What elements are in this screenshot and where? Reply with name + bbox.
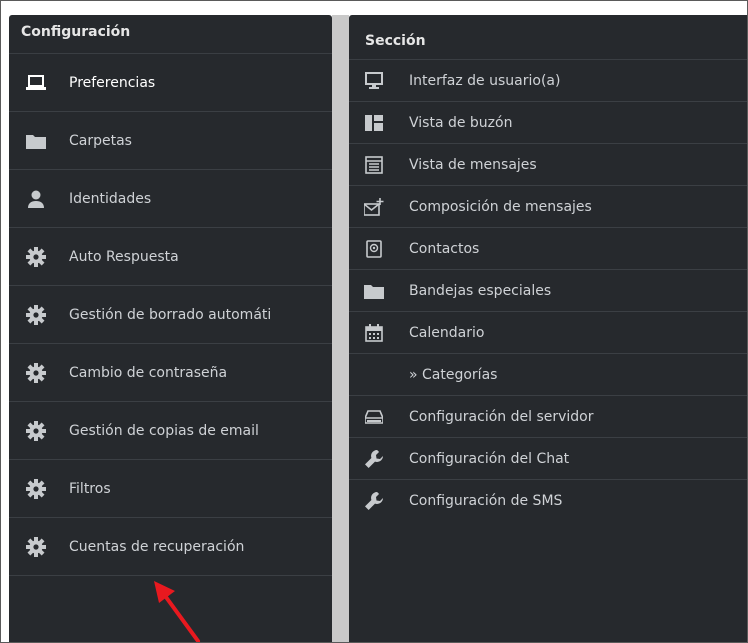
section-item-label: Configuración del servidor [409,408,594,425]
section-item-bandejas[interactable]: Bandejas especiales [349,270,747,312]
section-item-label: Composición de mensajes [409,198,592,215]
gear-icon [25,420,47,442]
sidebar-item-label: Preferencias [69,74,156,91]
section-item-label: Vista de buzón [409,114,513,131]
sidebar-item-auto-respuesta[interactable]: Auto Respuesta [9,228,332,286]
sidebar-item-label: Gestión de borrado automáti [69,306,272,323]
section-item-label: Contactos [409,240,480,257]
annotation-arrow [154,581,200,642]
section-list: Sección Interfaz de usuario(a) Vista de … [349,15,747,642]
layout-icon [363,112,385,134]
section-item-label: Calendario [409,324,485,341]
compose-icon [363,196,385,218]
section-item-label: Configuración del Chat [409,450,570,467]
sidebar-item-gestion-copias[interactable]: Gestión de copias de email [9,402,332,460]
user-icon [25,188,47,210]
monitor-icon [363,70,385,92]
section-item-categorias[interactable]: » Categorías [349,354,747,396]
sidebar-item-cuentas-recuperacion[interactable]: Cuentas de recuperación [9,518,332,576]
gear-icon [25,362,47,384]
section-title: Sección [349,15,747,60]
sidebar-item-gestion-borrado[interactable]: Gestión de borrado automáti [9,286,332,344]
gear-icon [25,478,47,500]
section-item-label: Bandejas especiales [409,282,552,299]
sidebar-item-label: Identidades [69,190,152,207]
folder-icon [25,130,47,152]
section-item-chat[interactable]: Configuración del Chat [349,438,747,480]
settings-sidebar: Configuración Preferencias Carpetas Iden… [9,15,332,642]
gear-icon [25,304,47,326]
sidebar-item-label: Cuentas de recuperación [69,538,245,555]
contacts-icon [363,238,385,260]
sidebar-title: Configuración [9,15,332,54]
section-item-calendario[interactable]: Calendario [349,312,747,354]
server-icon [363,406,385,428]
laptop-icon [25,72,47,94]
section-item-vista-buzon[interactable]: Vista de buzón [349,102,747,144]
folder-icon [363,280,385,302]
sidebar-item-label: Carpetas [69,132,132,149]
screenshot-frame: Configuración Preferencias Carpetas Iden… [0,0,748,643]
sidebar-item-carpetas[interactable]: Carpetas [9,112,332,170]
calendar-icon [363,322,385,344]
section-item-label: Vista de mensajes [409,156,537,173]
section-item-servidor[interactable]: Configuración del servidor [349,396,747,438]
section-item-sms[interactable]: Configuración de SMS [349,480,747,521]
sidebar-item-preferencias[interactable]: Preferencias [9,54,332,112]
section-item-label: Configuración de SMS [409,492,563,509]
wrench-icon [363,448,385,470]
gear-icon [25,246,47,268]
section-item-vista-mensajes[interactable]: Vista de mensajes [349,144,747,186]
sidebar-item-filtros[interactable]: Filtros [9,460,332,518]
section-item-label: » Categorías [409,366,498,383]
section-item-label: Interfaz de usuario(a) [409,72,561,89]
section-item-contactos[interactable]: Contactos [349,228,747,270]
section-item-composicion[interactable]: Composición de mensajes [349,186,747,228]
sidebar-item-label: Gestión de copias de email [69,422,259,439]
gear-icon [25,536,47,558]
message-view-icon [363,154,385,176]
sidebar-item-cambio-contrasena[interactable]: Cambio de contraseña [9,344,332,402]
sidebar-item-label: Cambio de contraseña [69,364,228,381]
section-item-interfaz[interactable]: Interfaz de usuario(a) [349,60,747,102]
panel-divider[interactable] [332,15,349,642]
wrench-icon [363,490,385,512]
sidebar-item-label: Auto Respuesta [69,248,179,265]
sidebar-item-identidades[interactable]: Identidades [9,170,332,228]
sidebar-item-label: Filtros [69,480,111,497]
